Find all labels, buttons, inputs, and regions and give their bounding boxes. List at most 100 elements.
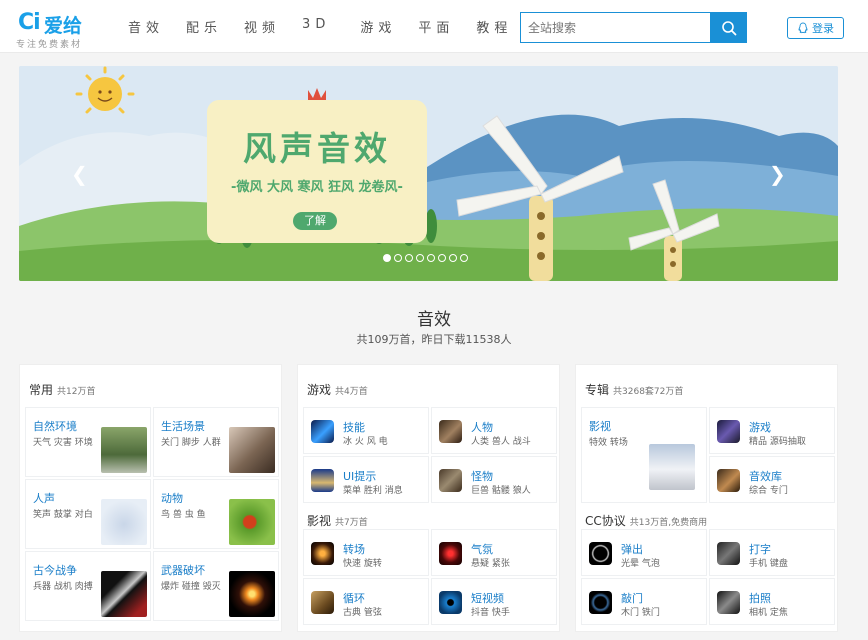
item-name: 拍照 <box>749 592 771 605</box>
ladybug-thumbnail <box>229 499 275 545</box>
group-title: 常用 <box>29 383 54 397</box>
album-item-film[interactable]: 影视 特效 转场 <box>581 407 707 503</box>
category-item-animal[interactable]: 动物 鸟 兽 虫 鱼 <box>153 479 279 549</box>
item-tags: 天气 灾害 环境 <box>33 438 93 448</box>
category-column-game-film: 游戏 共4万首 技能 冰 火 风 电 人物 人类 兽人 战斗 UI提示 菜单 胜利… <box>297 364 560 632</box>
section-title: 音效 <box>417 310 451 330</box>
category-item-ui-prompt[interactable]: UI提示 菜单 胜利 消息 <box>303 456 429 503</box>
category-item-nature[interactable]: 自然环境 天气 灾害 环境 <box>25 407 151 477</box>
item-name: 技能 <box>343 421 365 434</box>
cc-item-popup[interactable]: 弹出 光晕 气泡 <box>581 529 707 576</box>
loop-icon <box>311 591 334 614</box>
banner-next-arrow-icon[interactable]: ❯ <box>769 162 786 186</box>
category-item-skill[interactable]: 技能 冰 火 风 电 <box>303 407 429 454</box>
item-tags: 光晕 气泡 <box>621 559 660 569</box>
item-tags: 相机 定焦 <box>749 608 788 618</box>
character-icon <box>439 420 462 443</box>
blade-thumbnail <box>101 571 147 617</box>
voice-thumbnail <box>101 499 147 545</box>
item-name: 古今战争 <box>33 564 77 577</box>
item-name: 人物 <box>471 421 493 434</box>
group-count: 共3268套72万首 <box>613 387 684 397</box>
banner-dot-8[interactable] <box>460 254 468 262</box>
item-name: 怪物 <box>471 470 493 483</box>
banner-dot-7[interactable] <box>449 254 457 262</box>
category-item-atmosphere[interactable]: 气氛 悬疑 紧张 <box>431 529 557 576</box>
camera-icon <box>717 591 740 614</box>
item-name: 动物 <box>161 492 183 505</box>
section-summary: 共109万首，昨日下载11538人 <box>356 333 512 346</box>
item-name: 影视 <box>589 420 611 433</box>
item-tags: 古典 管弦 <box>343 608 382 618</box>
item-name: 自然环境 <box>33 420 77 433</box>
category-item-transition[interactable]: 转场 快速 旋转 <box>303 529 429 576</box>
site-logo[interactable]: Ci 爱给 专注免费素材 <box>16 8 116 50</box>
banner-dot-6[interactable] <box>438 254 446 262</box>
login-label: 登录 <box>812 22 834 35</box>
nav-item-game[interactable]: 游戏 <box>360 17 396 36</box>
item-tags: 关门 脚步 人群 <box>161 438 221 448</box>
banner-dot-4[interactable] <box>416 254 424 262</box>
search-input[interactable] <box>521 13 711 42</box>
item-name: 打字 <box>749 543 771 556</box>
group-count: 共4万首 <box>335 387 368 397</box>
album-item-library[interactable]: 音效库 综合 专门 <box>709 456 835 503</box>
group-title: 影视 <box>307 514 332 528</box>
banner-dot-2[interactable] <box>394 254 402 262</box>
category-item-war[interactable]: 古今战争 兵器 战机 肉搏 <box>25 551 151 621</box>
item-tags: 特效 转场 <box>589 438 628 448</box>
cc-item-photo[interactable]: 拍照 相机 定焦 <box>709 578 835 625</box>
item-name: 气氛 <box>471 543 493 556</box>
search-box <box>520 12 747 43</box>
item-tags: 悬疑 紧张 <box>471 559 510 569</box>
nav-item-graphic[interactable]: 平面 <box>418 17 454 36</box>
category-item-voice[interactable]: 人声 笑声 鼓掌 对白 <box>25 479 151 549</box>
banner-learn-more-button[interactable]: 了解 <box>293 212 337 230</box>
banner-illustration <box>19 66 838 281</box>
forest-thumbnail <box>101 427 147 473</box>
item-tags: 快速 旋转 <box>343 559 382 569</box>
nav-item-sound-effects[interactable]: 音效 <box>128 17 164 36</box>
album-item-game[interactable]: 游戏 精品 源码抽取 <box>709 407 835 454</box>
nav-item-music[interactable]: 配乐 <box>186 17 222 36</box>
item-name: 转场 <box>343 543 365 556</box>
item-name: 弹出 <box>621 543 643 556</box>
nav-item-video[interactable]: 视频 <box>244 17 280 36</box>
banner-pagination <box>383 254 468 262</box>
category-item-monster[interactable]: 怪物 巨兽 骷髅 狼人 <box>431 456 557 503</box>
item-tags: 冰 火 风 电 <box>343 437 388 447</box>
nav-item-tutorial[interactable]: 教程 <box>476 17 512 36</box>
search-icon <box>721 20 736 35</box>
item-tags: 人类 兽人 战斗 <box>471 437 531 447</box>
banner-dot-1[interactable] <box>383 254 391 262</box>
explosion-thumbnail <box>229 571 275 617</box>
banner-card: 风声音效 -微风 大风 寒风 狂风 龙卷风- 了解 <box>207 100 427 243</box>
category-item-short-video[interactable]: 短视频 抖音 快手 <box>431 578 557 625</box>
category-item-loop[interactable]: 循环 古典 管弦 <box>303 578 429 625</box>
group-title: 专辑 <box>585 383 610 397</box>
nav-item-3d[interactable]: 3D <box>302 17 330 36</box>
item-name: 武器破坏 <box>161 564 205 577</box>
group-header: CC协议 共13万首,免费商用 <box>585 512 707 529</box>
film-album-thumbnail <box>649 444 695 490</box>
cc-item-typing[interactable]: 打字 手机 键盘 <box>709 529 835 576</box>
item-name: 短视频 <box>471 592 504 605</box>
banner-prev-arrow-icon[interactable]: ❮ <box>71 162 88 186</box>
category-item-weapon[interactable]: 武器破坏 爆炸 碰撞 毁灭 <box>153 551 279 621</box>
item-tags: 兵器 战机 肉搏 <box>33 582 93 592</box>
item-tags: 抖音 快手 <box>471 608 510 618</box>
banner-subtitle: -微风 大风 寒风 狂风 龙卷风- <box>231 180 403 195</box>
game-album-icon <box>717 420 740 443</box>
banner-dot-5[interactable] <box>427 254 435 262</box>
search-button[interactable] <box>710 12 747 43</box>
atmosphere-icon <box>439 542 462 565</box>
item-tags: 笑声 鼓掌 对白 <box>33 510 93 520</box>
category-item-life-scene[interactable]: 生活场景 关门 脚步 人群 <box>153 407 279 477</box>
hero-banner[interactable]: 风声音效 -微风 大风 寒风 狂风 龙卷风- 了解 ❮ ❯ <box>19 66 838 281</box>
room-thumbnail <box>229 427 275 473</box>
login-button[interactable]: 登录 <box>787 17 844 39</box>
cc-item-knock[interactable]: 敲门 木门 铁门 <box>581 578 707 625</box>
category-item-character[interactable]: 人物 人类 兽人 战斗 <box>431 407 557 454</box>
banner-dot-3[interactable] <box>405 254 413 262</box>
transition-icon <box>311 542 334 565</box>
